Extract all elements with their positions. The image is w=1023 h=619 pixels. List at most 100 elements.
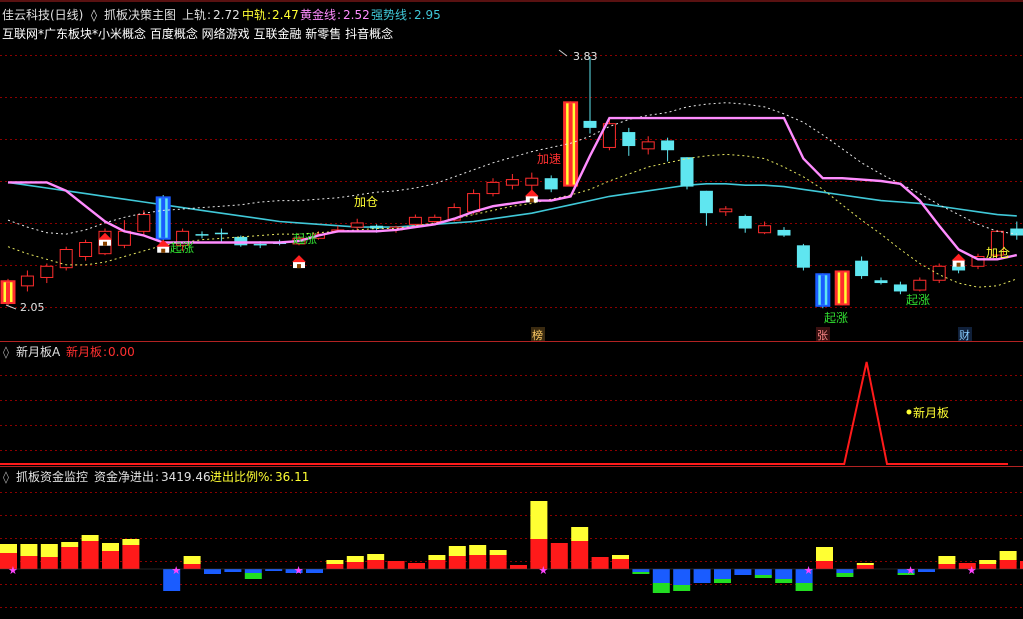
candle-body-up	[641, 141, 655, 150]
candle-body-down	[855, 260, 869, 277]
candle	[680, 157, 694, 190]
candle	[738, 214, 752, 233]
outflow-extra-bar	[754, 575, 772, 578]
qizhang-annotation: 起涨	[293, 231, 317, 246]
panel2-value: 0.00	[108, 345, 135, 359]
signal-icons	[98, 189, 966, 269]
outflow-bar	[632, 569, 650, 572]
candle-body-up	[350, 222, 364, 228]
panel3-title[interactable]: 抓板资金监控	[16, 469, 88, 484]
panel2-title[interactable]: 新月板A	[16, 344, 61, 359]
inflow-bar	[999, 560, 1017, 569]
candle	[855, 256, 869, 279]
outflow-bar	[265, 569, 283, 571]
outflow-extra-bar	[836, 573, 854, 577]
outflow-bar	[652, 569, 670, 583]
candle	[195, 231, 209, 239]
candle	[505, 174, 519, 190]
inflow-extra-bar	[122, 539, 140, 545]
outflow-extra-bar	[673, 585, 691, 591]
inflow-bar	[571, 541, 589, 569]
inflow-bar	[489, 555, 507, 569]
inflow-extra-bar	[469, 545, 487, 555]
signal-bar-core	[6, 282, 10, 303]
candle	[155, 194, 171, 243]
candle	[234, 235, 248, 247]
panel2-collapse-icon[interactable]: ◊	[3, 345, 9, 359]
collapse-icon[interactable]: ◊	[91, 8, 97, 22]
inflow-extra-bar	[489, 550, 507, 555]
candle-body-up	[467, 193, 481, 213]
signal-bar-core	[568, 103, 573, 185]
candle	[932, 263, 946, 284]
outflow-bar	[673, 569, 691, 585]
candle	[117, 220, 131, 249]
jiacang-annotation: 加仓	[354, 195, 378, 209]
candle-body-down	[583, 120, 597, 128]
concepts-line: 互联网*广东板块*小米概念 百度概念 网络游戏 互联金融 新零售 抖音概念	[2, 26, 393, 41]
tag-cai[interactable]: 财	[959, 328, 970, 342]
candle	[699, 190, 713, 226]
svg-text::: :	[337, 8, 341, 22]
candle	[0, 278, 16, 306]
svg-text::: :	[207, 8, 211, 22]
inflow-extra-bar	[938, 556, 956, 564]
inflow-extra-bar	[0, 544, 17, 553]
panel2-plot	[0, 361, 1008, 465]
inflow-extra-bar	[40, 544, 58, 557]
panel3-collapse-icon[interactable]: ◊	[3, 470, 9, 484]
inflow-extra-bar	[571, 527, 589, 541]
inflow-bar	[183, 564, 201, 569]
candle	[214, 228, 228, 243]
candle	[641, 136, 655, 155]
candle	[893, 281, 907, 295]
star-icon: ★	[171, 564, 181, 577]
inflow-extra-bar	[448, 546, 466, 556]
tag-bang[interactable]: 榜	[532, 328, 543, 342]
panel3-plot: ★ ★ ★ ★ ★ ★ ★	[0, 501, 1023, 593]
low-marker-line	[5, 304, 17, 310]
high-price-label: 3.83	[573, 50, 598, 63]
candle-body-down	[699, 190, 713, 214]
candle-body-down	[370, 225, 384, 229]
outflow-bar	[204, 569, 221, 574]
candle-body-down	[544, 178, 558, 190]
candle	[661, 137, 675, 162]
tag-zhang[interactable]: 张	[817, 329, 828, 342]
inflow-bar	[40, 557, 58, 569]
candle-body-down	[253, 243, 267, 246]
star-icon: ★	[906, 564, 916, 577]
star-icon: ★	[967, 564, 977, 577]
panel2-value-label: 新月板	[66, 344, 102, 359]
inflow-extra-bar	[999, 551, 1017, 560]
candle-body-up	[20, 275, 34, 287]
outflow-bar	[693, 569, 711, 583]
svg-text::: :	[408, 8, 412, 22]
inflow-bar	[448, 556, 466, 569]
star-icon: ★	[538, 564, 548, 577]
candle-body-up	[525, 177, 539, 186]
outflow-extra-bar	[652, 583, 670, 593]
indicator-name[interactable]: 抓板决策主图	[104, 8, 176, 22]
peak-dot	[906, 409, 912, 415]
candle-body-down	[195, 234, 209, 236]
candle-body-down	[874, 280, 888, 284]
net-flow-label: 资金净进出	[94, 469, 154, 484]
inflow-bar	[550, 543, 568, 569]
outflow-bar	[734, 569, 752, 575]
stock-chart[interactable]: ★ ★ ★ ★ ★ ★ ★ 佳云科技(日线) ◊ 抓板决策主图 上轨 : 2.72 中轨 :…	[0, 0, 1023, 619]
candle	[874, 277, 888, 285]
house-door	[297, 264, 301, 269]
inflow-bar	[61, 547, 79, 569]
signal-bar-core	[840, 272, 845, 304]
outflow-bar	[244, 569, 262, 573]
outflow-bar	[306, 569, 323, 573]
star-icon: ★	[804, 564, 814, 577]
candle-body-down	[796, 245, 810, 268]
stock-title: 佳云科技(日线)	[2, 8, 83, 22]
inflow-bar	[938, 564, 956, 569]
outflow-extra-bar	[244, 573, 262, 579]
candle	[622, 127, 636, 156]
inflow-extra-bar	[530, 501, 548, 539]
mid-label: 中轨	[242, 7, 266, 22]
